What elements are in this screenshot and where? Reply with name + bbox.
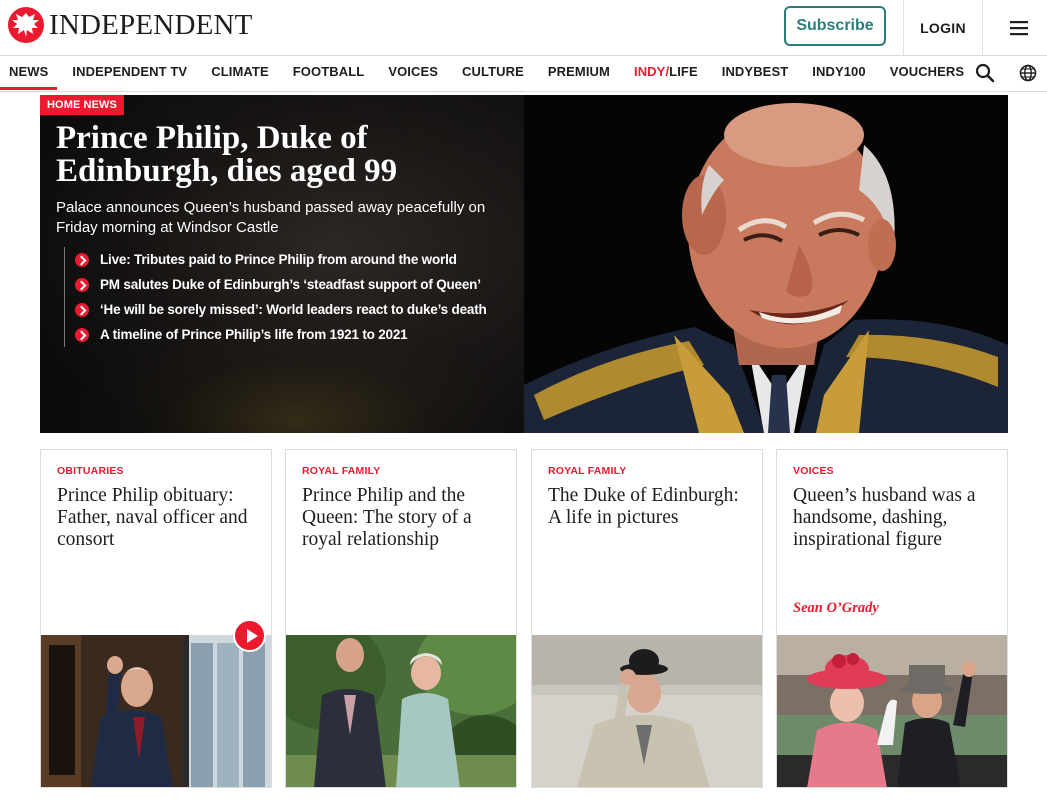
nav-item-football[interactable]: FOOTBALL [293, 56, 365, 90]
card-headline[interactable]: Prince Philip obituary: Father, naval of… [57, 485, 257, 551]
related-link-label: ‘He will be sorely missed’: World leader… [100, 302, 487, 317]
card-headline[interactable]: Queen’s husband was a handsome, dashing,… [793, 485, 993, 551]
chevron-right-icon [75, 302, 89, 317]
card-kicker[interactable]: ROYAL FAMILY [548, 465, 626, 477]
globe-icon[interactable] [1017, 62, 1039, 84]
related-link-label: Live: Tributes paid to Prince Philip fro… [100, 252, 457, 267]
hamburger-menu-icon[interactable] [996, 16, 1042, 40]
hero-headline[interactable]: Prince Philip, Duke of Edinburgh, dies a… [56, 122, 476, 188]
related-link[interactable]: Live: Tributes paid to Prince Philip fro… [75, 247, 487, 272]
card-kicker[interactable]: VOICES [793, 465, 834, 477]
hero-image[interactable] [524, 95, 1008, 433]
card-kicker[interactable]: ROYAL FAMILY [302, 465, 380, 477]
chevron-right-icon [75, 252, 89, 267]
search-icon[interactable] [974, 62, 996, 84]
nav-item-premium[interactable]: PREMIUM [548, 56, 610, 90]
card-author[interactable]: Sean O’Grady [793, 600, 879, 617]
story-card-voices[interactable]: VOICES Queen’s husband was a handsome, d… [776, 449, 1008, 788]
hero-related-links: Live: Tributes paid to Prince Philip fro… [64, 247, 487, 347]
nav-item-prefix: INDY/ [633, 64, 670, 79]
nav-item-climate[interactable]: CLIMATE [211, 56, 269, 90]
site-header: INDEPENDENT Subscribe LOGIN [0, 0, 1047, 56]
nav-item-independent-tv[interactable]: INDEPENDENT TV [72, 56, 187, 90]
nav-item-indybest[interactable]: INDYBEST [722, 56, 789, 90]
card-image[interactable] [41, 635, 271, 787]
nav-item-indy-life[interactable]: INDY/LIFE [634, 56, 698, 90]
card-image[interactable] [532, 635, 762, 787]
related-link[interactable]: PM salutes Duke of Edinburgh’s ‘steadfas… [75, 272, 487, 297]
card-headline[interactable]: Prince Philip and the Queen: The story o… [302, 485, 502, 551]
card-image[interactable] [777, 635, 1007, 787]
site-logo[interactable]: INDEPENDENT [8, 7, 253, 43]
eagle-logo-icon [8, 7, 44, 43]
subscribe-button[interactable]: Subscribe [784, 6, 886, 46]
header-divider [982, 0, 983, 56]
brand-name: INDEPENDENT [49, 9, 253, 41]
hero-story[interactable]: HOME NEWS Prince Philip, Duke of Edinbur… [40, 95, 1008, 433]
card-image[interactable] [286, 635, 516, 787]
story-card-life-in-pictures[interactable]: ROYAL FAMILY The Duke of Edinburgh: A li… [531, 449, 763, 788]
nav-item-label: LIFE [669, 64, 698, 79]
story-card-royal-relationship[interactable]: ROYAL FAMILY Prince Philip and the Queen… [285, 449, 517, 788]
video-play-icon[interactable] [233, 619, 266, 652]
nav-item-vouchers[interactable]: VOUCHERS [890, 56, 964, 90]
card-headline[interactable]: The Duke of Edinburgh: A life in picture… [548, 485, 748, 529]
nav-item-indy100[interactable]: INDY100 [812, 56, 865, 90]
story-card-obituary[interactable]: OBITUARIES Prince Philip obituary: Fathe… [40, 449, 272, 788]
nav-item-news[interactable]: NEWS [0, 56, 58, 90]
related-link-label: A timeline of Prince Philip’s life from … [100, 327, 408, 342]
nav-list: NEWS INDEPENDENT TV CLIMATE FOOTBALL VOI… [0, 56, 988, 90]
nav-item-voices[interactable]: VOICES [388, 56, 438, 90]
chevron-right-icon [75, 327, 89, 342]
section-nav: NEWS INDEPENDENT TV CLIMATE FOOTBALL VOI… [0, 56, 1047, 92]
related-link-label: PM salutes Duke of Edinburgh’s ‘steadfas… [100, 277, 481, 292]
login-link[interactable]: LOGIN [904, 0, 982, 56]
chevron-right-icon [75, 277, 89, 292]
related-link[interactable]: ‘He will be sorely missed’: World leader… [75, 297, 487, 322]
hero-standfirst: Palace announces Queen’s husband passed … [56, 199, 486, 236]
hero-section-badge[interactable]: HOME NEWS [40, 95, 124, 115]
related-link[interactable]: A timeline of Prince Philip’s life from … [75, 322, 487, 347]
nav-item-culture[interactable]: CULTURE [462, 56, 524, 90]
card-kicker[interactable]: OBITUARIES [57, 465, 124, 477]
